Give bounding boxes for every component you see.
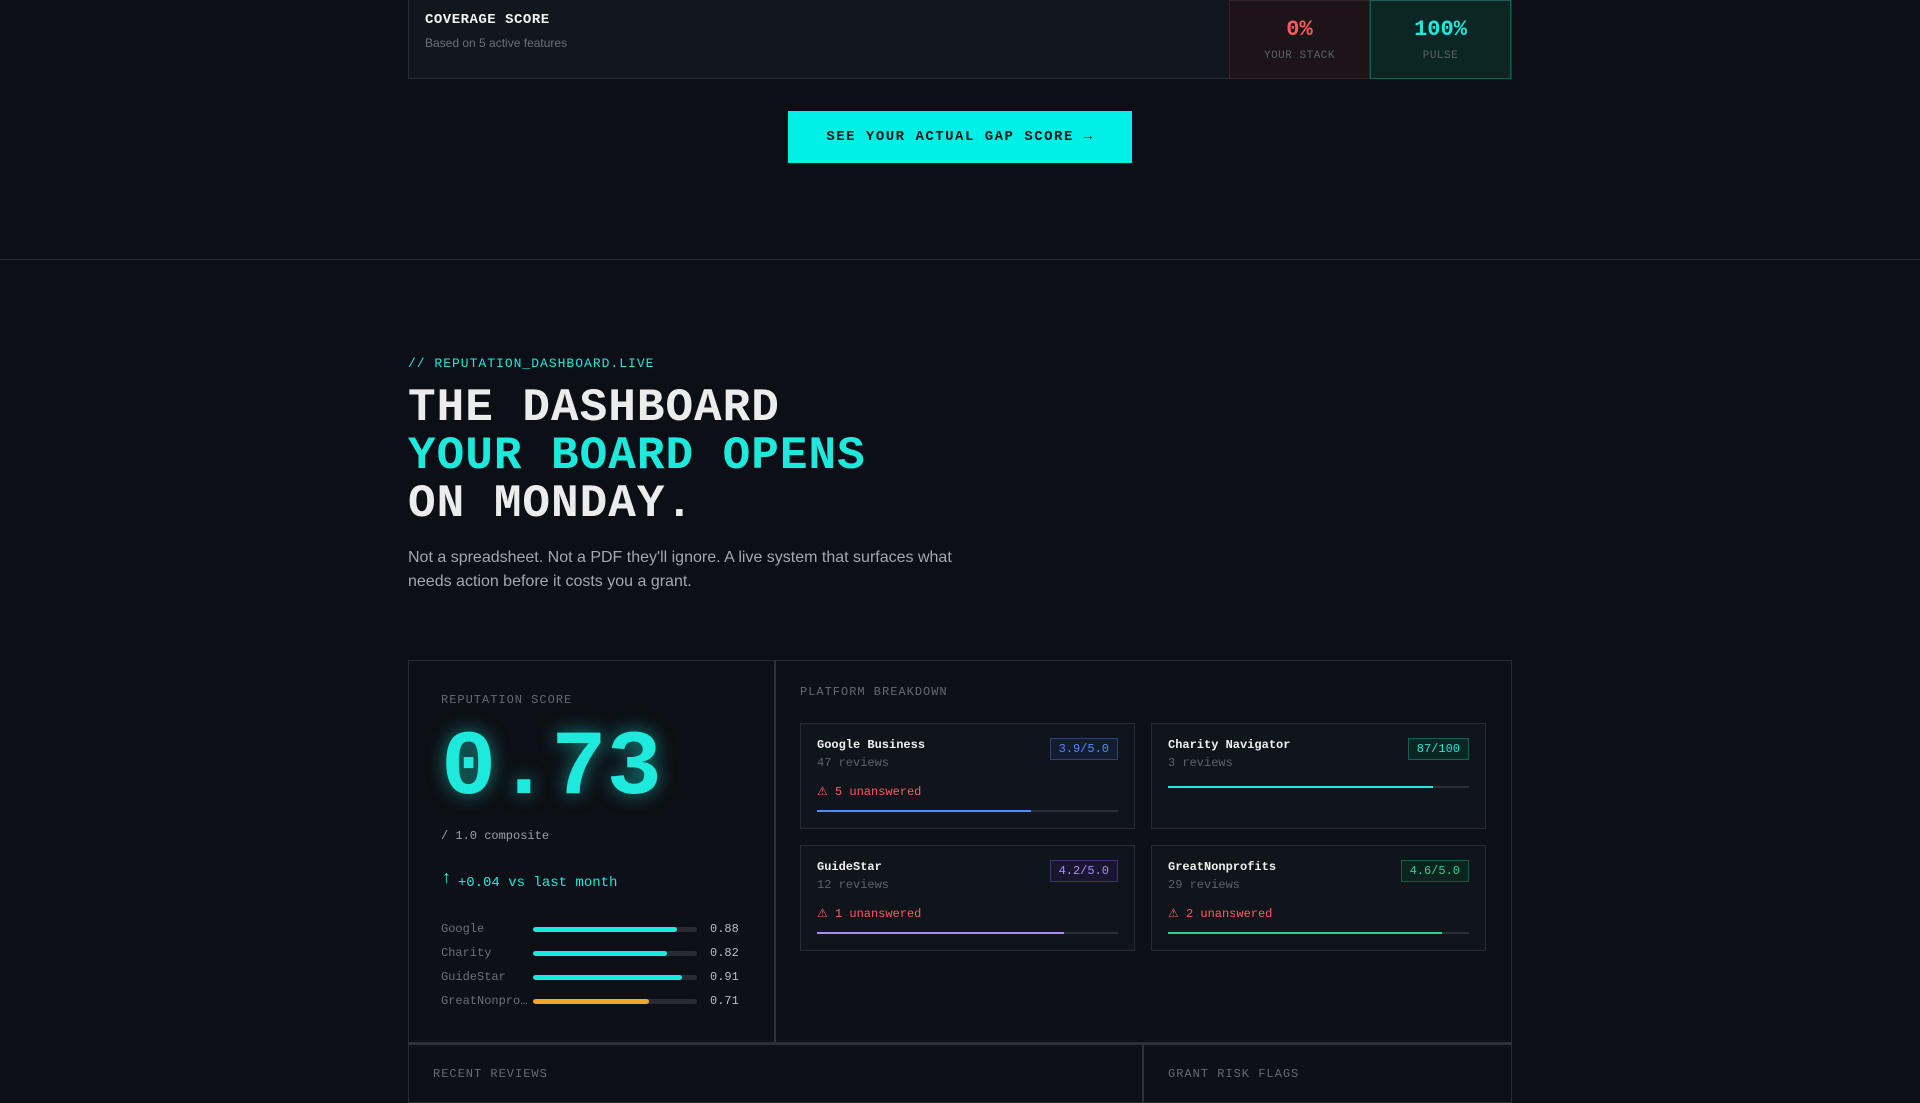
platform-progress-track (1168, 786, 1469, 788)
coverage-score-subtitle: Based on 5 active features (425, 36, 568, 50)
platform-name: GreatNonprofits (1168, 860, 1277, 874)
platform-card-info: GuideStar 12 reviews (817, 860, 889, 892)
recent-reviews-panel: RECENT REVIEWS (408, 1043, 1144, 1103)
headline-line-3: ON MONDAY. (408, 478, 695, 530)
headline-line-2: YOUR BOARD OPENS (408, 430, 866, 482)
platform-card-header: GreatNonprofits 29 reviews 4.6/5.0 (1168, 860, 1469, 892)
score-bar-fill (533, 950, 668, 956)
score-bar-value: 0.71 (710, 994, 739, 1008)
section-divider (0, 259, 1920, 260)
coverage-score-title: COVERAGE SCORE (425, 12, 550, 28)
platform-card-header: Google Business 47 reviews 3.9/5.0 (817, 738, 1118, 770)
score-bar-value: 0.91 (710, 970, 739, 984)
headline-line-1: THE DASHBOARD (408, 382, 780, 434)
coverage-score-panel: COVERAGE SCORE Based on 5 active feature… (408, 0, 1512, 79)
score-bar-label: Charity (441, 946, 492, 960)
your-stack-value: 0% (1286, 17, 1313, 42)
platform-review-count: 3 reviews (1168, 756, 1233, 770)
platform-review-count: 29 reviews (1168, 878, 1241, 892)
platform-name: GuideStar (817, 860, 882, 874)
platform-rating-badge: 4.6/5.0 (1400, 860, 1469, 882)
pulse-value: 100% (1414, 17, 1467, 42)
platform-review-count: 12 reviews (817, 878, 890, 892)
platform-card[interactable]: Google Business 47 reviews 3.9/5.0 ⚠ 5 unan… (800, 723, 1135, 829)
platform-card[interactable]: GuideStar 12 reviews 4.2/5.0 ⚠ 1 unanswered (800, 845, 1135, 951)
score-bar-value: 0.82 (710, 946, 739, 960)
grant-risk-flags-label: GRANT RISK FLAGS (1168, 1067, 1300, 1081)
your-stack-label: YOUR STACK (1263, 50, 1335, 62)
platform-progress-fill (1168, 932, 1442, 934)
reputation-score-label: REPUTATION SCORE (441, 693, 573, 707)
score-bar-row: GreatNonprofits 0.71 (441, 989, 742, 1013)
your-stack-score: 0% YOUR STACK (1229, 0, 1370, 79)
platform-rating-badge: 3.9/5.0 (1049, 738, 1118, 760)
score-bar-track (533, 998, 697, 1004)
platform-card-header: Charity Navigator 3 reviews 87/100 (1168, 738, 1469, 770)
hero-description: Not a spreadsheet. Not a PDF they'll ign… (408, 549, 952, 590)
platform-card-info: GreatNonprofits 29 reviews (1168, 860, 1276, 892)
platform-progress-fill (1168, 786, 1433, 788)
platform-unanswered-alert: ⚠ 2 unanswered (1168, 907, 1273, 921)
score-bar-label: GuideStar (441, 970, 506, 984)
reputation-composite-label: / 1.0 composite (441, 829, 550, 843)
score-bar-fill (533, 974, 683, 980)
platform-grid: Google Business 47 reviews 3.9/5.0 ⚠ 5 unan… (800, 723, 1487, 951)
page-title: THE DASHBOARD YOUR BOARD OPENS ON MONDAY… (408, 384, 866, 528)
platform-card-header: GuideStar 12 reviews 4.2/5.0 (817, 860, 1118, 892)
platform-progress-track (817, 810, 1118, 812)
arrow-up-icon: ↑ (441, 869, 452, 889)
platform-name: Charity Navigator (1168, 738, 1291, 752)
section-eyebrow: // REPUTATION_DASHBOARD.LIVE (408, 356, 655, 371)
platform-rating-badge: 4.2/5.0 (1049, 860, 1118, 882)
reputation-bars: Google 0.88 Charity 0.82 GuideStar 0.91 GreatN… (441, 917, 742, 1013)
platform-card-info: Google Business 47 reviews (817, 738, 925, 770)
score-bar-row: GuideStar 0.91 (441, 965, 742, 989)
platform-progress-fill (817, 932, 1064, 934)
platform-review-count: 47 reviews (817, 756, 890, 770)
pulse-score: 100% PULSE (1370, 0, 1511, 79)
score-bar-label: GreatNonprofits (441, 994, 533, 1008)
reputation-score-value: 0.73 (441, 716, 662, 821)
score-bar-value: 0.88 (710, 922, 739, 936)
platform-progress-track (817, 932, 1118, 934)
pulse-label: PULSE (1422, 50, 1459, 62)
see-gap-score-button[interactable]: SEE YOUR ACTUAL GAP SCORE → (788, 111, 1132, 163)
platform-card-info: Charity Navigator 3 reviews (1168, 738, 1290, 770)
score-bar-row: Charity 0.82 (441, 941, 742, 965)
platform-unanswered-alert: ⚠ 5 unanswered (817, 785, 922, 799)
score-bar-fill (533, 926, 678, 932)
reputation-delta-text: +0.04 vs last month (457, 875, 618, 891)
score-bar-track (533, 950, 697, 956)
platform-progress-track (1168, 932, 1469, 934)
platform-breakdown-label: PLATFORM BREAKDOWN (800, 685, 948, 699)
score-bar-row: Google 0.88 (441, 917, 742, 941)
grant-risk-flags-panel: GRANT RISK FLAGS (1144, 1043, 1512, 1103)
platform-progress-fill (817, 810, 1031, 812)
platform-unanswered-alert: ⚠ 1 unanswered (817, 907, 922, 921)
score-bar-fill (533, 998, 650, 1004)
reputation-score-panel: REPUTATION SCORE 0.73 / 1.0 composite ↑ … (408, 660, 776, 1043)
coverage-score-info: COVERAGE SCORE Based on 5 active feature… (409, 0, 1229, 78)
recent-reviews-label: RECENT REVIEWS (433, 1067, 548, 1081)
score-bar-track (533, 926, 697, 932)
platform-breakdown-panel: PLATFORM BREAKDOWN Google Business 47 rev… (776, 660, 1512, 1043)
platform-card[interactable]: GreatNonprofits 29 reviews 4.6/5.0 ⚠ 2 unan… (1151, 845, 1486, 951)
platform-card[interactable]: Charity Navigator 3 reviews 87/100 (1151, 723, 1486, 829)
score-bar-track (533, 974, 697, 980)
platform-rating-badge: 87/100 (1407, 738, 1469, 760)
platform-name: Google Business (817, 738, 926, 752)
reputation-delta: ↑ +0.04 vs last month (441, 869, 742, 893)
score-bar-label: Google (441, 922, 485, 936)
